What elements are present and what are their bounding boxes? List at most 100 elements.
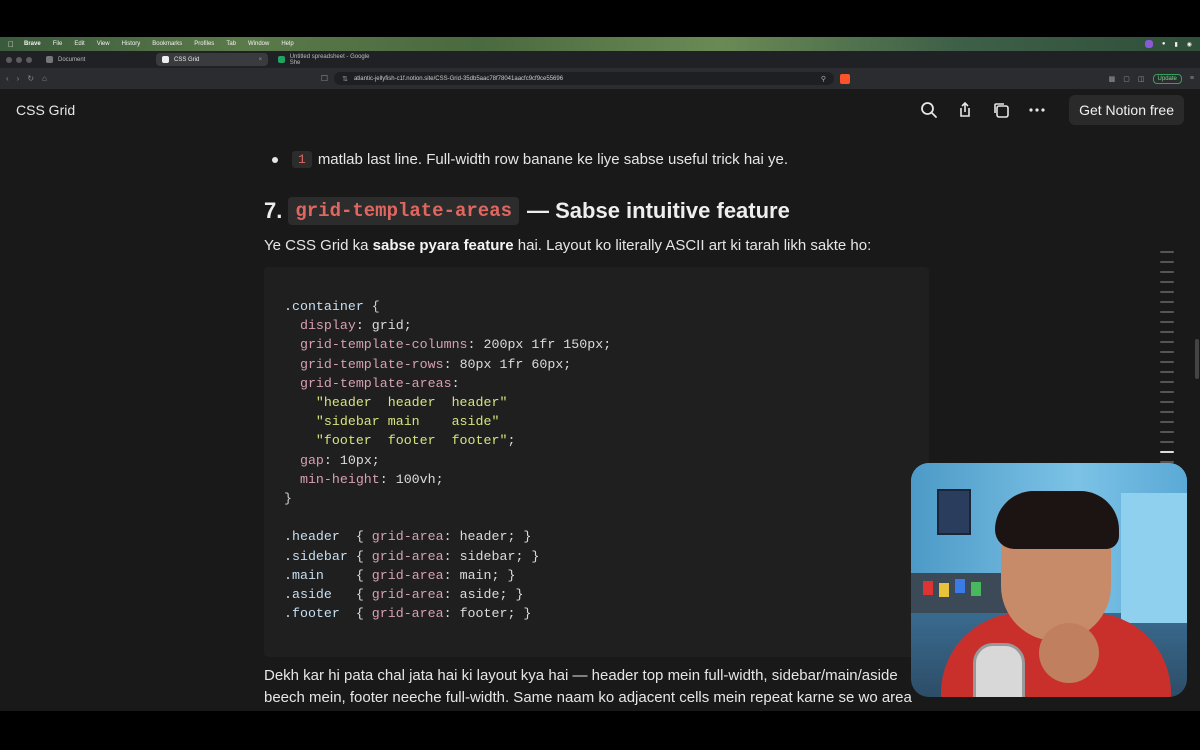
menu-app-name[interactable]: Brave — [24, 41, 41, 47]
browser-tab-bar: Document CSS Grid × Untitled spreadsheet… — [0, 51, 1200, 68]
menu-view[interactable]: View — [97, 41, 110, 47]
menu-file[interactable]: File — [53, 41, 63, 47]
outline-mark[interactable] — [1160, 351, 1174, 353]
scrollbar-thumb[interactable] — [1195, 339, 1199, 379]
back-icon[interactable]: ‹ — [6, 74, 9, 83]
menu-window[interactable]: Window — [248, 41, 269, 47]
inline-code: 1 — [292, 151, 312, 168]
reload-icon[interactable]: ↻ — [27, 74, 34, 83]
wall-poster — [937, 489, 971, 535]
url-text: atlantic-jellyfish-c1f.notion.site/CSS-G… — [353, 75, 564, 82]
outline-mark[interactable] — [1160, 251, 1174, 253]
microphone — [973, 643, 1025, 697]
outline-mark[interactable] — [1160, 411, 1174, 413]
para-bold: sabse pyara feature — [372, 237, 514, 254]
outline-mark[interactable] — [1160, 381, 1174, 383]
menu-edit[interactable]: Edit — [74, 41, 84, 47]
para-text: Ye CSS Grid ka — [264, 237, 373, 254]
section-heading: 7. grid-template-areas — Sabse intuitive… — [264, 197, 790, 225]
minimize-window-button[interactable] — [16, 56, 22, 63]
code-block[interactable]: .container { display: grid; grid-templat… — [264, 267, 929, 657]
toy-figure — [955, 579, 965, 593]
toolbar-right: ▩ ▢ ◫ Update ≡ — [1109, 73, 1194, 84]
outline-mark[interactable] — [1160, 391, 1174, 393]
battery-icon[interactable]: ▮ — [1174, 41, 1177, 48]
notion-topbar: CSS Grid Get Notion free — [0, 89, 1200, 131]
webcam-overlay — [911, 463, 1187, 697]
sidebar-icon[interactable]: ◫ — [1138, 75, 1145, 83]
topbar-actions: Get Notion free — [919, 95, 1184, 125]
control-center-icon[interactable]: ◉ — [1187, 41, 1192, 48]
menu-help[interactable]: Help — [281, 41, 293, 47]
background-window — [1121, 493, 1187, 623]
bullet-text: matlab last line. Full-width row banane … — [317, 151, 789, 168]
heading-number: 7. — [264, 198, 283, 223]
apple-icon[interactable]:  — [8, 40, 14, 49]
outline-mark[interactable] — [1160, 281, 1174, 283]
tab-label: Document — [58, 56, 86, 63]
home-icon[interactable]: ⌂ — [42, 74, 47, 83]
heading-text: — Sabse intuitive feature — [527, 198, 790, 223]
intro-paragraph: Ye CSS Grid ka sabse pyara feature hai. … — [264, 237, 871, 254]
nav-buttons: ‹ › ↻ ⌂ — [6, 74, 47, 83]
menu-bookmarks[interactable]: Bookmarks — [152, 41, 182, 47]
search-icon[interactable] — [919, 100, 939, 120]
forward-icon[interactable]: › — [17, 74, 20, 83]
bullet-dot — [272, 156, 278, 163]
zoom-window-button[interactable] — [26, 56, 32, 63]
sheets-icon — [278, 56, 285, 63]
brave-shields-icon[interactable] — [840, 73, 851, 84]
outline-mark[interactable] — [1160, 421, 1174, 423]
list-item: 1 matlab last line. Full-width row banan… — [272, 151, 788, 168]
recording-indicator[interactable] — [1144, 40, 1153, 48]
menu-profiles[interactable]: Profiles — [194, 41, 214, 47]
outline-mark[interactable] — [1160, 401, 1174, 403]
more-icon[interactable] — [1027, 100, 1047, 120]
outline-mark[interactable] — [1160, 441, 1174, 443]
person-hair — [995, 491, 1119, 549]
extension-icon[interactable]: ▩ — [1109, 75, 1116, 83]
macos-menubar:  Brave File Edit View History Bookmarks… — [0, 37, 1200, 51]
menu-tab[interactable]: Tab — [226, 41, 236, 47]
duplicate-icon[interactable] — [991, 100, 1011, 120]
outline-mark[interactable] — [1160, 321, 1174, 323]
outline-mark[interactable] — [1160, 261, 1174, 263]
outline-mark[interactable] — [1160, 341, 1174, 343]
share-icon[interactable] — [955, 100, 975, 120]
page-breadcrumb-title[interactable]: CSS Grid — [16, 102, 75, 118]
outline-mark[interactable] — [1160, 371, 1174, 373]
toy-figure — [923, 581, 933, 595]
tab-css-grid[interactable]: CSS Grid × — [156, 53, 268, 66]
person-hand — [1039, 623, 1099, 683]
outline-mark[interactable] — [1160, 271, 1174, 273]
close-window-button[interactable] — [6, 56, 12, 63]
tab-label: CSS Grid — [174, 56, 200, 63]
outline-mark[interactable] — [1160, 291, 1174, 293]
outline-mark[interactable] — [1160, 361, 1174, 363]
menu-icon[interactable]: ≡ — [1190, 75, 1194, 82]
notion-icon — [162, 56, 169, 63]
outline-mark[interactable] — [1160, 431, 1174, 433]
toy-figure — [939, 583, 949, 597]
update-button[interactable]: Update — [1152, 73, 1182, 84]
para-text: hai. Layout ko literally ASCII art ki ta… — [513, 237, 872, 254]
outline-mark[interactable] — [1160, 331, 1174, 333]
letterbox-bottom — [0, 711, 1200, 750]
address-toolbar: ‹ › ↻ ⌂ ☐ ⇅ atlantic-jellyfish-c1f.notio… — [0, 68, 1200, 89]
window-controls — [6, 56, 32, 63]
outline-mark-active[interactable] — [1160, 451, 1174, 453]
bookmark-icon[interactable]: ☐ — [321, 74, 328, 83]
site-info-icon[interactable]: ⇅ — [342, 75, 348, 83]
outline-mark[interactable] — [1160, 311, 1174, 313]
menu-history[interactable]: History — [122, 41, 141, 47]
tab-spreadsheet[interactable]: Untitled spreadsheet - Google She — [272, 53, 384, 66]
get-notion-free-button[interactable]: Get Notion free — [1069, 95, 1184, 125]
page-outline-markers[interactable] — [1160, 251, 1174, 491]
close-tab-icon[interactable]: × — [258, 57, 262, 63]
zoom-icon[interactable]: ⚲ — [821, 75, 826, 83]
outline-mark[interactable] — [1160, 301, 1174, 303]
wifi-icon[interactable]: ● — [1162, 41, 1166, 47]
url-field[interactable]: ⇅ atlantic-jellyfish-c1f.notion.site/CSS… — [334, 72, 835, 85]
tab-document[interactable]: Document — [40, 53, 152, 66]
wallet-icon[interactable]: ▢ — [1123, 75, 1130, 83]
